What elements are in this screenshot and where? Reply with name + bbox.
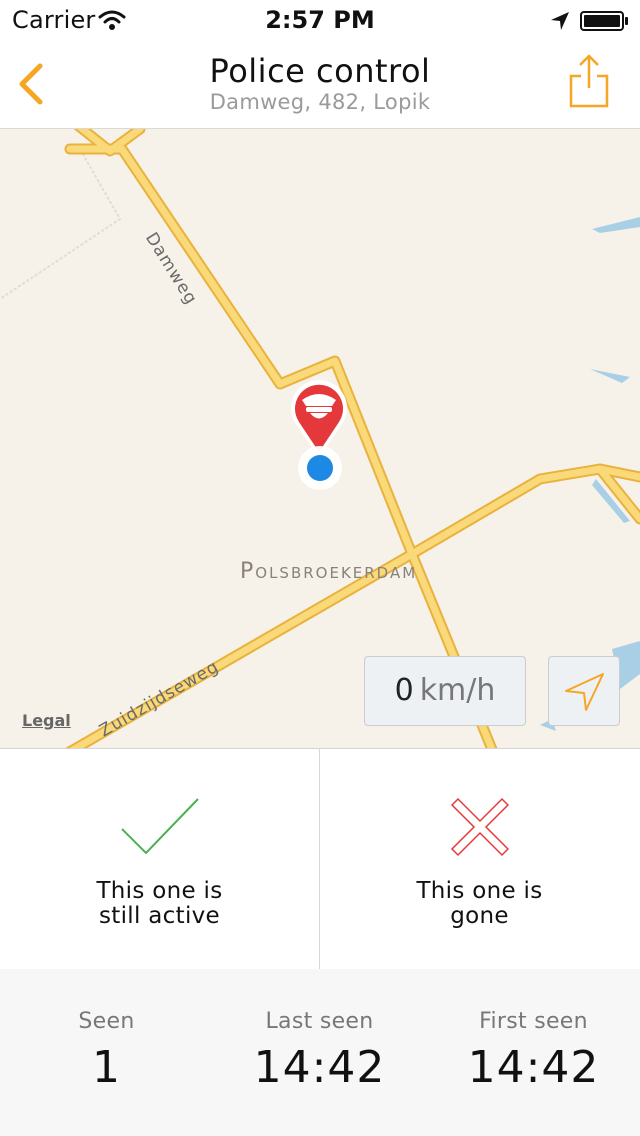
share-button[interactable] <box>562 52 616 112</box>
stat-first-seen-value: 14:42 <box>467 1042 600 1093</box>
location-arrow-icon <box>565 673 604 711</box>
speed-unit: km/h <box>419 673 496 708</box>
stat-seen-label: Seen <box>78 1009 135 1034</box>
status-time: 2:57 PM <box>265 6 375 34</box>
page-title: Police control <box>209 52 431 90</box>
stat-last-seen-label: Last seen <box>265 1009 374 1034</box>
gone-label: This one is gone <box>320 879 639 929</box>
stat-last-seen: Last seen 14:42 <box>213 1009 426 1093</box>
stat-first-seen: First seen 14:42 <box>427 1009 640 1093</box>
speed-value: 0 <box>394 673 414 708</box>
stat-first-seen-label: First seen <box>479 1009 588 1034</box>
still-active-label: This one is still active <box>0 879 319 929</box>
stat-last-seen-value: 14:42 <box>253 1042 386 1093</box>
user-location-dot <box>298 446 342 490</box>
screen: Carrier 2:57 PM Police control Damweg, 4… <box>0 0 640 1136</box>
still-active-line2: still active <box>99 903 220 929</box>
speed-indicator: 0 km/h <box>364 656 526 726</box>
stat-seen-value: 1 <box>92 1042 121 1093</box>
report-actions: This one is still active This one is gon… <box>0 748 640 970</box>
cross-icon <box>450 797 510 857</box>
still-active-line1: This one is <box>96 878 223 904</box>
still-active-button[interactable]: This one is still active <box>0 749 320 969</box>
gone-button[interactable]: This one is gone <box>320 749 639 969</box>
locate-me-button[interactable] <box>548 656 620 726</box>
location-arrow-icon <box>551 12 569 30</box>
stat-seen: Seen 1 <box>0 1009 213 1093</box>
legal-link[interactable]: Legal <box>22 711 71 730</box>
sighting-stats: Seen 1 Last seen 14:42 First seen 14:42 <box>0 969 640 1136</box>
share-icon <box>569 54 609 108</box>
gone-line1: This one is <box>416 878 543 904</box>
place-label: Polsbroekerdam <box>240 559 417 584</box>
nav-bar: Police control Damweg, 482, Lopik <box>0 40 640 129</box>
battery-icon <box>580 11 628 31</box>
map-view[interactable]: Damweg Zuidzijdseweg Polsbroekerdam Lega… <box>0 129 640 748</box>
place-label-text: Polsbroekerdam <box>240 559 418 584</box>
page-subtitle: Damweg, 482, Lopik <box>209 90 431 114</box>
checkmark-icon <box>121 798 199 855</box>
gone-line2: gone <box>450 903 509 929</box>
status-bar: Carrier 2:57 PM <box>0 0 640 40</box>
